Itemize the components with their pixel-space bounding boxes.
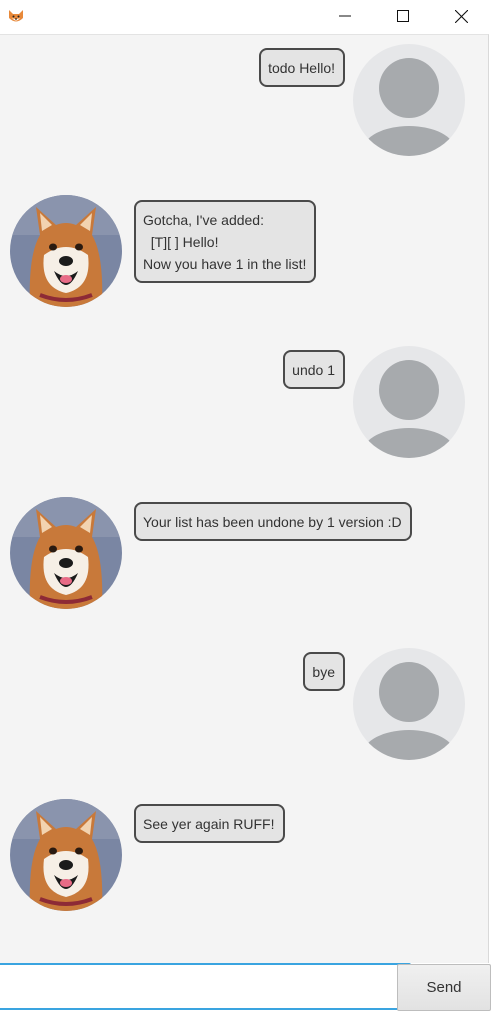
bot-message-bubble: Gotcha, I've added: [T][ ] Hello! Now yo… (134, 200, 317, 283)
bot-message-bubble: See yer again RUFF! (134, 804, 285, 843)
user-avatar (353, 648, 465, 760)
title-bar[interactable] (0, 0, 491, 32)
minimize-icon (339, 10, 351, 22)
minimize-button[interactable] (316, 0, 374, 32)
send-button[interactable]: Send (397, 964, 491, 1011)
shiba-avatar (10, 799, 122, 911)
chat-scroll-pane[interactable]: todo Hello! Gotcha, I've added: [T][] H… (0, 34, 489, 963)
message-row-bot: Your list has been undone by 1 version :… (0, 497, 488, 609)
message-row-user: bye (0, 648, 488, 760)
app-window: todo Hello! Gotcha, I've added: [T][] H… (0, 0, 491, 1012)
shiba-dog-icon (6, 6, 26, 26)
input-bar: Send (0, 963, 491, 1012)
close-button[interactable] (432, 0, 490, 32)
close-icon (454, 9, 468, 23)
message-row-user: undo 1 (0, 346, 488, 458)
message-row-bot: See yer again RUFF! (0, 799, 488, 911)
user-avatar (353, 44, 465, 156)
message-row-user: todo Hello! (0, 44, 488, 156)
user-message-bubble: bye (303, 652, 345, 691)
maximize-icon (397, 10, 409, 22)
user-avatar (353, 346, 465, 458)
shiba-avatar (10, 497, 122, 609)
message-input[interactable] (0, 963, 411, 1010)
message-row-bot: Gotcha, I've added: [T][ ] Hello! Now yo… (0, 195, 488, 307)
user-message-bubble: undo 1 (283, 350, 345, 389)
bot-message-bubble: Your list has been undone by 1 version :… (134, 502, 412, 541)
user-message-bubble: todo Hello! (259, 48, 345, 87)
maximize-button[interactable] (374, 0, 432, 32)
shiba-avatar (10, 195, 122, 307)
